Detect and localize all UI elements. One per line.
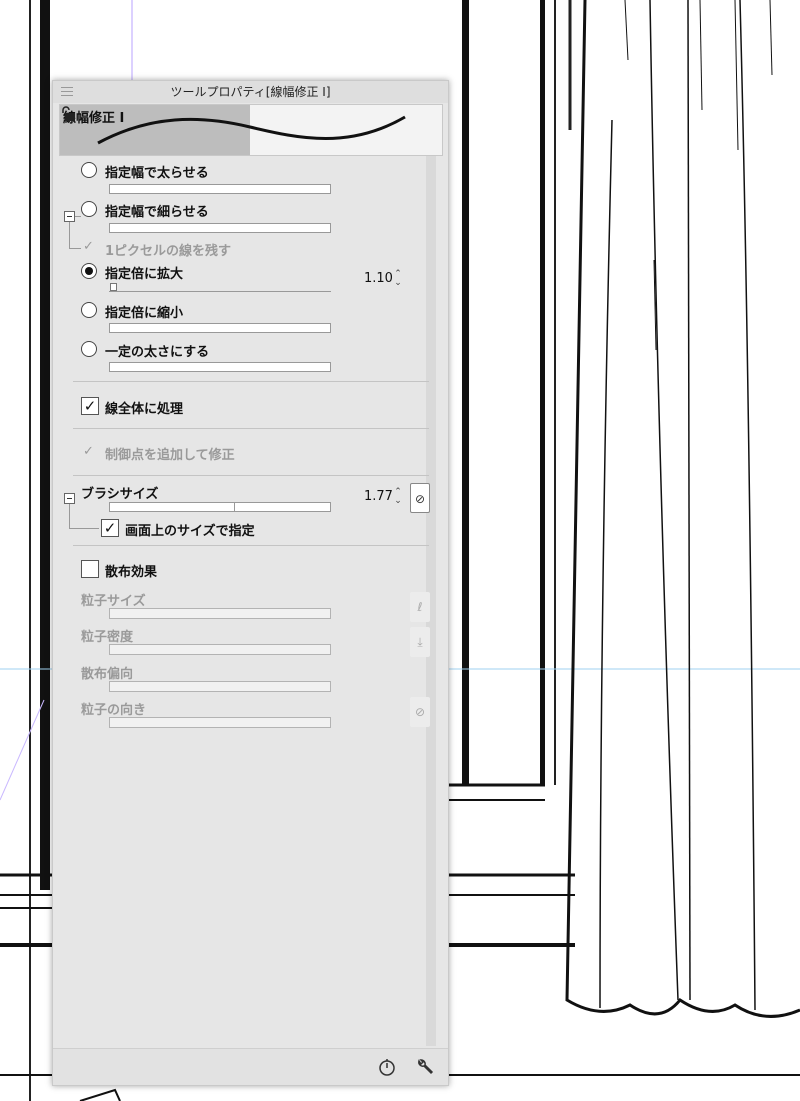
divider xyxy=(73,545,429,546)
option-scale-down-label: 指定倍に縮小 xyxy=(105,306,184,321)
divider xyxy=(73,475,429,476)
up-down-chevron-icon[interactable]: ⌃ ⌄ xyxy=(392,270,404,290)
add-control-points-check-icon[interactable]: ✓ xyxy=(83,444,94,459)
tree-line xyxy=(69,248,81,249)
particle-density-slider[interactable] xyxy=(109,644,331,655)
scatter-bias-label: 散布偏向 xyxy=(81,667,134,682)
wrench-icon[interactable] xyxy=(415,1057,435,1077)
tool-property-panel: ツールプロパティ[線幅修正 I] 線幅修正 I 指定幅で太らせる 指定幅で細らせ… xyxy=(52,80,449,1086)
particle-size-slider[interactable] xyxy=(109,608,331,619)
particle-direction-label: 粒子の向き xyxy=(81,703,147,718)
tree-line xyxy=(69,504,70,528)
scale-up-slider[interactable] xyxy=(109,291,331,292)
radio-scale-up[interactable] xyxy=(81,263,97,279)
up-down-chevron-icon[interactable]: ⌃ ⌄ xyxy=(392,488,404,508)
particle-size-label: 粒子サイズ xyxy=(81,594,146,609)
scatter-label: 散布効果 xyxy=(105,565,158,580)
pen-pressure-icon[interactable]: ℓ xyxy=(410,592,430,622)
particle-direction-slider[interactable] xyxy=(109,717,331,728)
process-whole-line-checkbox[interactable]: ✓ xyxy=(81,397,99,415)
scale-up-slider-knob[interactable] xyxy=(110,283,117,291)
hamburger-menu-icon[interactable] xyxy=(61,87,73,97)
option-thicken-label: 指定幅で太らせる xyxy=(105,166,209,181)
screen-size-label: 画面上のサイズで指定 xyxy=(125,524,255,539)
panel-title: ツールプロパティ[線幅修正 I] xyxy=(170,85,331,99)
constant-slider[interactable] xyxy=(109,362,331,372)
unlock-icon[interactable] xyxy=(60,105,76,123)
add-control-points-label: 制御点を追加して修正 xyxy=(105,448,235,463)
thin-slider[interactable] xyxy=(109,223,331,233)
divider xyxy=(73,381,429,382)
panel-titlebar[interactable]: ツールプロパティ[線幅修正 I] xyxy=(53,81,448,103)
collapse-toggle-brush-size[interactable] xyxy=(64,493,75,504)
scatter-bias-slider[interactable] xyxy=(109,681,331,692)
keep-1px-check-icon[interactable]: ✓ xyxy=(83,239,94,254)
divider xyxy=(73,428,429,429)
tree-line xyxy=(69,528,99,529)
screen-size-checkbox[interactable]: ✓ xyxy=(101,519,119,537)
keep-1px-label: 1ピクセルの線を残す xyxy=(105,244,232,259)
tree-connector xyxy=(75,216,81,217)
option-scale-up-label: 指定倍に拡大 xyxy=(105,267,184,282)
download-icon[interactable]: ⤓ xyxy=(410,627,430,657)
thicken-slider[interactable] xyxy=(109,184,331,194)
panel-footer xyxy=(53,1048,448,1085)
option-constant-label: 一定の太さにする xyxy=(105,345,210,360)
process-whole-line-label: 線全体に処理 xyxy=(105,402,184,417)
radio-thin[interactable] xyxy=(81,201,97,217)
scale-down-slider[interactable] xyxy=(109,323,331,333)
scatter-checkbox[interactable] xyxy=(81,560,99,578)
brush-size-slider[interactable] xyxy=(109,502,331,512)
radio-constant[interactable] xyxy=(81,341,97,357)
slash-circle-icon[interactable]: ⊘ xyxy=(410,483,430,513)
stopwatch-icon[interactable] xyxy=(377,1057,397,1077)
slash-circle-icon[interactable]: ⊘ xyxy=(410,697,430,727)
brush-size-value[interactable]: 1.77 xyxy=(364,489,393,504)
radio-thicken[interactable] xyxy=(81,162,97,178)
collapse-toggle-thin[interactable] xyxy=(64,211,75,222)
brush-preview: 線幅修正 I xyxy=(59,104,443,156)
scale-up-value[interactable]: 1.10 xyxy=(364,271,393,286)
option-thin-label: 指定幅で細らせる xyxy=(105,205,209,220)
particle-density-label: 粒子密度 xyxy=(81,630,134,645)
brush-size-label: ブラシサイズ xyxy=(81,487,159,502)
brush-size-slider-fill xyxy=(110,503,235,511)
tree-line xyxy=(69,222,70,248)
radio-scale-down[interactable] xyxy=(81,302,97,318)
